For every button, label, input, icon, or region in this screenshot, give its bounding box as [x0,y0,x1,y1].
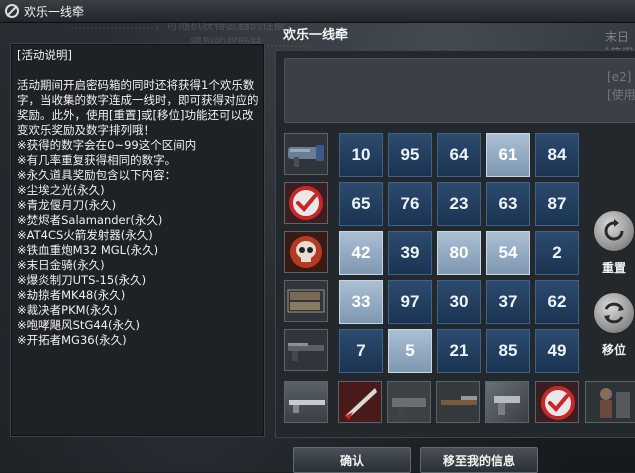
shift-label: 移位 [601,343,626,357]
check-badge-icon[interactable] [535,381,579,423]
machine-gun-icon[interactable] [284,329,328,371]
grid-cell: 85 [486,329,530,373]
grid-cell-highlighted: 5 [388,329,432,373]
background-text: [e2] [607,70,632,84]
rocket-launcher-icon[interactable] [284,133,328,175]
grid-cell: 7 [339,329,383,373]
grid-cell: 65 [339,182,383,226]
grenade-launcher-icon[interactable] [387,381,431,423]
blade-icon[interactable] [338,381,382,423]
description-text: [活动说明] 活动期间开启密码箱的同时还将获得1个欢乐数字，当收集的数字连成一线… [17,48,260,348]
reset-label: 重置 [601,261,626,275]
description-body: 活动期间开启密码箱的同时还将获得1个欢乐数字，当收集的数字连成一线时，即可获得对… [17,78,259,347]
grid-cell-highlighted: 80 [437,231,481,275]
grid-cell: 62 [535,280,579,324]
grid-cell-highlighted: 42 [339,231,383,275]
shuffle-icon [604,302,624,324]
grid-cell: 95 [388,133,432,177]
grid-cell: 10 [339,133,383,177]
refresh-icon [604,219,624,241]
reset-button[interactable] [593,210,635,252]
pistol-icon[interactable] [485,381,529,423]
grid-cell: 37 [486,280,530,324]
reward-display-area [284,58,635,123]
figure-icon[interactable] [585,381,635,423]
dialog-title: 欢乐一线牵 [283,28,349,43]
confirm-button[interactable]: 确认 [293,447,411,473]
check-badge-icon[interactable] [284,182,328,224]
grid-cell: 23 [437,182,481,226]
skull-icon[interactable] [284,231,328,273]
grid-cell: 49 [535,329,579,373]
shift-button[interactable] [593,292,635,334]
rifle-icon[interactable] [284,381,328,423]
title-bar: 欢乐一线牵 [0,0,635,23]
description-panel[interactable]: [活动说明] 活动期间开启密码箱的同时还将获得1个欢乐数字，当收集的数字连成一线… [10,43,265,437]
grid-cell-highlighted: 54 [486,231,530,275]
grid-cell-highlighted: 33 [339,280,383,324]
grid-cell: 21 [437,329,481,373]
background-text: [使用 [607,88,635,102]
window-title: 欢乐一线牵 [24,5,85,19]
description-heading: [活动说明] [17,48,72,62]
background-text: 末日 [605,30,630,44]
grid-cell: 76 [388,182,432,226]
game-logo-icon [4,3,20,19]
grid-cell: 2 [535,231,579,275]
move-to-my-info-button[interactable]: 移至我的信息 [420,447,538,473]
shotgun-icon[interactable] [436,381,480,423]
grid-cell-highlighted: 61 [486,133,530,177]
grid-cell: 39 [388,231,432,275]
grid-cell: 63 [486,182,530,226]
grid-cell: 87 [535,182,579,226]
grid-cell: 84 [535,133,579,177]
grid-cell: 64 [437,133,481,177]
grid-cell: 97 [388,280,432,324]
grid-cell: 30 [437,280,481,324]
revolver-icon[interactable] [284,280,328,322]
